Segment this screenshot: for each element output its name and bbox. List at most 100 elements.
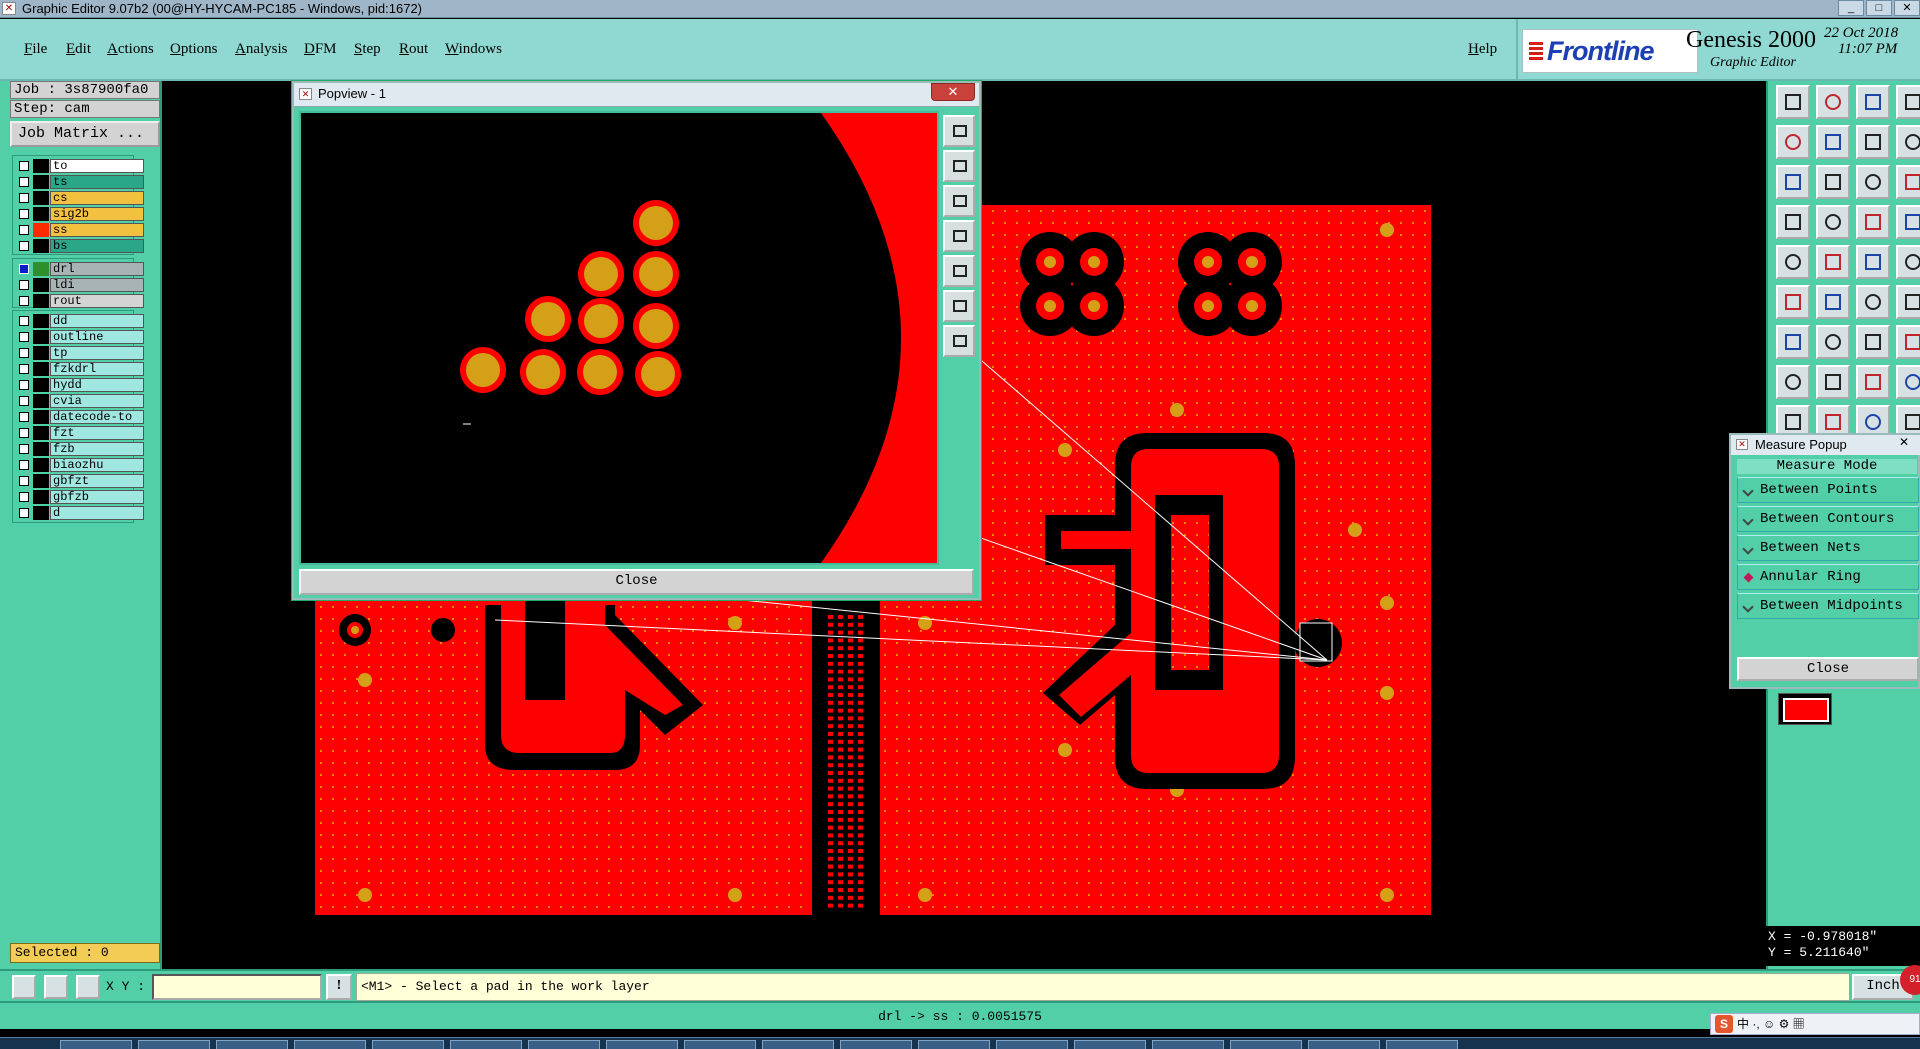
layer-color-swatch[interactable]: [33, 207, 49, 221]
layer-name[interactable]: rout: [50, 294, 144, 308]
arc-tool-icon[interactable]: [1856, 325, 1890, 359]
connect-tool-icon[interactable]: [1896, 285, 1920, 319]
nets-tool-icon[interactable]: [1896, 205, 1920, 239]
taskbar-item[interactable]: [840, 1040, 912, 1049]
layer-color-swatch[interactable]: [33, 458, 49, 472]
taskbar-item[interactable]: [606, 1040, 678, 1049]
cut-tool-icon[interactable]: [1816, 285, 1850, 319]
layer-name[interactable]: ts: [50, 175, 144, 189]
ruler-tool-icon[interactable]: [1856, 245, 1890, 279]
layer-name[interactable]: cvia: [50, 394, 144, 408]
taskbar-item[interactable]: [762, 1040, 834, 1049]
popview-zoom-in-icon[interactable]: [943, 150, 975, 182]
taskbar-item[interactable]: [918, 1040, 990, 1049]
home-tool-icon[interactable]: [1856, 85, 1890, 119]
layer-checkbox[interactable]: [19, 193, 29, 203]
angle-tool-icon[interactable]: [1776, 325, 1810, 359]
taskbar-item[interactable]: [1074, 1040, 1146, 1049]
taskbar-item[interactable]: [216, 1040, 288, 1049]
layer-checkbox[interactable]: [19, 412, 29, 422]
layer-checkbox[interactable]: [19, 296, 29, 306]
layer-name[interactable]: fzb: [50, 442, 144, 456]
line-tool-icon[interactable]: [1816, 325, 1850, 359]
pins-tool-icon[interactable]: [1856, 205, 1890, 239]
taskbar-item[interactable]: [294, 1040, 366, 1049]
menu-actions[interactable]: Actions: [107, 41, 154, 58]
layer-checkbox[interactable]: [19, 396, 29, 406]
layer-row-bs[interactable]: bs: [13, 238, 144, 254]
taskbar-item[interactable]: [60, 1040, 132, 1049]
layer-name[interactable]: biaozhu: [50, 458, 144, 472]
measure-option-between-points[interactable]: Between Points: [1737, 477, 1919, 503]
layer-color-swatch[interactable]: [33, 294, 49, 308]
layer-row-fzb[interactable]: fzb: [13, 441, 144, 457]
xy-input[interactable]: [152, 974, 322, 1000]
snap-on-tool-icon[interactable]: [1776, 245, 1810, 279]
layer-name[interactable]: fzt: [50, 426, 144, 440]
popview-home-icon[interactable]: [943, 255, 975, 287]
layer-name[interactable]: to: [50, 159, 144, 173]
layer-color-swatch[interactable]: [33, 346, 49, 360]
layer-row-ldi[interactable]: ldi: [13, 277, 144, 293]
menu-options[interactable]: Options: [170, 41, 218, 58]
measure-tool-icon[interactable]: [1776, 205, 1810, 239]
redraw-tool-icon[interactable]: [1816, 165, 1850, 199]
layer-color-swatch[interactable]: [33, 362, 49, 376]
scale-tool-icon[interactable]: [1896, 125, 1920, 159]
layer-checkbox[interactable]: [19, 225, 29, 235]
popview-center-icon[interactable]: [943, 325, 975, 357]
popview-fit-icon[interactable]: [943, 115, 975, 147]
layer-row-cs[interactable]: cs: [13, 190, 144, 206]
maximize-button[interactable]: □: [1866, 0, 1892, 16]
layer-color-swatch[interactable]: [33, 442, 49, 456]
layer-name[interactable]: drl: [50, 262, 144, 276]
taskbar-item[interactable]: [528, 1040, 600, 1049]
layer-name[interactable]: ss: [50, 223, 144, 237]
taskbar-item[interactable]: [1386, 1040, 1458, 1049]
measure-option-between-nets[interactable]: Between Nets: [1737, 535, 1919, 561]
layer-color-swatch[interactable]: [33, 175, 49, 189]
text-tool-icon[interactable]: [1896, 325, 1920, 359]
snap-icon[interactable]: [12, 975, 36, 999]
layer-checkbox[interactable]: [19, 209, 29, 219]
layer-color-swatch[interactable]: [33, 410, 49, 424]
layer-row-cvia[interactable]: cvia: [13, 393, 144, 409]
layer-row-gbfzt[interactable]: gbfzt: [13, 473, 144, 489]
pad-tool-icon[interactable]: [1896, 245, 1920, 279]
layer-color-swatch[interactable]: [33, 426, 49, 440]
taskbar-item[interactable]: [1152, 1040, 1224, 1049]
popview-close-button[interactable]: Close: [299, 569, 974, 595]
zoom-back-tool-icon[interactable]: [1816, 125, 1850, 159]
measure-close-button[interactable]: Close: [1737, 657, 1919, 681]
point-tool-icon[interactable]: [1776, 365, 1810, 399]
select-tool-icon[interactable]: [1816, 245, 1850, 279]
layer-row-ss[interactable]: ss: [13, 222, 144, 238]
layer-name[interactable]: sig2b: [50, 207, 144, 221]
undo-tool-icon[interactable]: [1856, 125, 1890, 159]
layer-checkbox[interactable]: [19, 460, 29, 470]
taskbar-item[interactable]: [1308, 1040, 1380, 1049]
add-tool-icon[interactable]: [1776, 285, 1810, 319]
layer-row-outline[interactable]: outline: [13, 329, 144, 345]
taskbar-item[interactable]: [372, 1040, 444, 1049]
layer-color-swatch[interactable]: [33, 394, 49, 408]
popview-close-x-button[interactable]: ✕: [931, 83, 975, 101]
layer-name[interactable]: bs: [50, 239, 144, 253]
taskbar-item[interactable]: [1230, 1040, 1302, 1049]
flip-tool-icon[interactable]: [1896, 365, 1920, 399]
paste-tool-icon[interactable]: [1816, 85, 1850, 119]
menu-edit[interactable]: Edit: [66, 41, 91, 58]
ratio-tool-icon[interactable]: [1856, 165, 1890, 199]
layer-name[interactable]: hydd: [50, 378, 144, 392]
pan-tool-icon[interactable]: [1776, 165, 1810, 199]
layer-color-swatch[interactable]: [33, 506, 49, 520]
menu-step[interactable]: Step: [354, 41, 381, 58]
layer-color-swatch[interactable]: [33, 262, 49, 276]
popview-pan-icon[interactable]: [943, 220, 975, 252]
layer-color-swatch[interactable]: [33, 191, 49, 205]
layer-checkbox[interactable]: [19, 380, 29, 390]
layer-row-fzt[interactable]: fzt: [13, 425, 144, 441]
layer-color-swatch[interactable]: [33, 474, 49, 488]
taskbar-item[interactable]: [138, 1040, 210, 1049]
layer-name[interactable]: gbfzb: [50, 490, 144, 504]
